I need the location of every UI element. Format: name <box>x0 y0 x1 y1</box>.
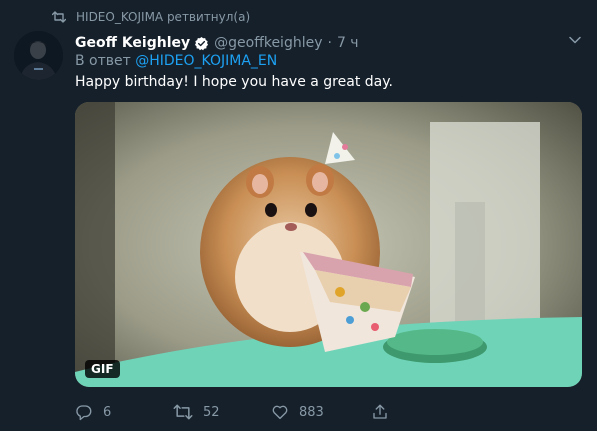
share-button[interactable] <box>371 402 389 422</box>
chevron-down-icon[interactable] <box>569 36 581 44</box>
reply-button[interactable]: 6 <box>75 402 111 422</box>
retweet-notice-text[interactable]: HIDEO_KOJIMA ретвитнул(а) <box>76 10 250 24</box>
tweet[interactable]: HIDEO_KOJIMA ретвитнул(а) Geoff Keighley… <box>0 0 597 431</box>
heart-icon <box>272 405 288 420</box>
retweet-icon <box>173 404 193 420</box>
share-icon <box>373 404 387 419</box>
author-handle[interactable]: @geoffkeighley <box>214 35 322 51</box>
verified-badge-icon <box>195 36 209 50</box>
reply-prefix: В ответ <box>75 53 131 69</box>
like-count: 883 <box>299 404 324 420</box>
tweet-header: Geoff Keighley @geoffkeighley · 7 ч <box>75 33 581 53</box>
gif-badge: GIF <box>85 360 120 378</box>
like-button[interactable]: 883 <box>271 402 324 422</box>
retweet-count: 52 <box>203 404 220 420</box>
retweet-button[interactable]: 52 <box>173 402 220 422</box>
reply-icon <box>76 405 92 421</box>
retweet-notice[interactable]: HIDEO_KOJIMA ретвитнул(а) <box>52 9 250 25</box>
tweet-timestamp[interactable]: 7 ч <box>337 35 359 51</box>
reply-mention-link[interactable]: @HIDEO_KOJIMA_EN <box>135 53 277 69</box>
tweet-text: Happy birthday! I hope you have a great … <box>75 74 393 90</box>
reply-count: 6 <box>103 404 112 420</box>
tweet-actions: 6 52 883 <box>75 402 395 422</box>
retweet-icon <box>52 11 66 23</box>
reply-context: В ответ @HIDEO_KOJIMA_EN <box>75 53 277 69</box>
tweet-media-gif[interactable]: GIF <box>75 102 582 387</box>
hamster-gif-image <box>75 102 582 387</box>
separator-dot: · <box>327 35 332 51</box>
author-name[interactable]: Geoff Keighley <box>75 35 190 51</box>
avatar[interactable] <box>14 31 63 80</box>
